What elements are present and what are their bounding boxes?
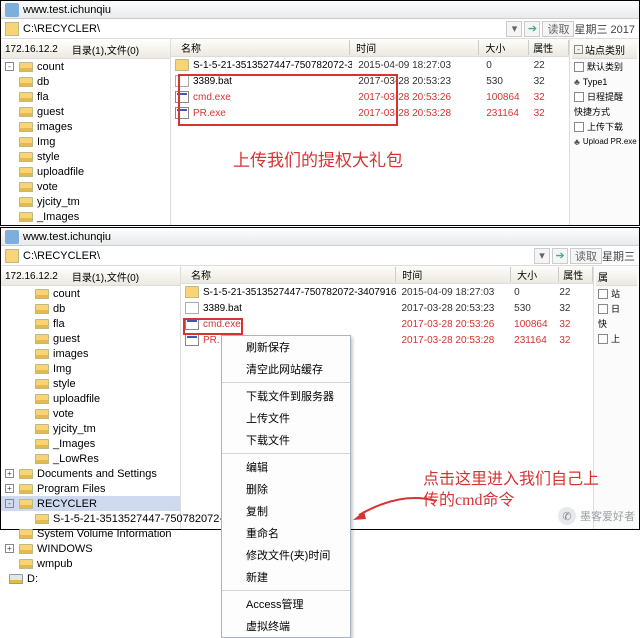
col-time[interactable]: 时间 — [350, 40, 479, 55]
column-header: 名称 时间 大小 属性 — [171, 39, 569, 57]
file-row[interactable]: 3389.bat2017-03-28 20:53:2353032 — [181, 300, 593, 316]
menu-item[interactable]: 下载文件 — [222, 429, 350, 451]
bat-icon — [185, 302, 199, 314]
menu-item[interactable]: 新建 — [222, 566, 350, 588]
checkbox-icon[interactable] — [574, 62, 584, 72]
exe-icon — [175, 91, 189, 103]
window-title: www.test.ichunqiu — [23, 4, 111, 16]
watermark-icon: ✆ — [558, 507, 576, 525]
menu-item[interactable]: 修改文件(夹)时间 — [222, 544, 350, 566]
side-item[interactable]: 日程提醒 — [572, 89, 637, 104]
menu-item-terminal[interactable]: 虚拟终端 — [222, 615, 350, 637]
col-name[interactable]: 名称 — [181, 267, 396, 282]
side-item[interactable]: 快捷方式 — [572, 104, 637, 119]
address-bar: C:\RECYCLER\ ▾ ➔ 读取 星期三 — [1, 246, 639, 266]
file-row[interactable]: S-1-5-21-3513527447-750782072-3407916...… — [181, 284, 593, 300]
col-size[interactable]: 大小 — [479, 40, 529, 55]
menu-separator — [222, 590, 350, 591]
file-row[interactable]: PR.exe2017-03-28 20:53:2823116432 — [171, 105, 569, 121]
tree-item-selected: -RECYCLER — [1, 496, 180, 511]
file-list[interactable]: 名称 时间 大小 属性 S-1-5-21-3513527447-75078207… — [171, 39, 569, 225]
folder-tree[interactable]: 172.16.12.2 目录(1),文件(0) -count db fla gu… — [1, 39, 171, 225]
club-icon: ♣ — [574, 137, 580, 147]
col-attr[interactable]: 属性 — [529, 40, 569, 55]
menu-separator — [222, 453, 350, 454]
dropdown-button[interactable]: ▾ — [534, 248, 550, 264]
app-icon — [5, 3, 19, 17]
date-label: 星期三 — [602, 248, 635, 264]
checkbox-icon[interactable] — [598, 289, 608, 299]
side-header: 属 — [596, 268, 637, 286]
folder-icon — [185, 286, 199, 298]
menu-item[interactable]: 上传文件 — [222, 407, 350, 429]
read-button[interactable]: 读取 — [542, 21, 574, 37]
menu-item[interactable]: 下载文件到服务器 — [222, 385, 350, 407]
address-bar: C:\RECYCLER\ ▾ ➔ 读取 星期三 2017 — [1, 19, 639, 39]
app-icon — [5, 230, 19, 244]
side-header: - 站点类别 — [572, 41, 637, 59]
side-panel: - 站点类别 默认类别 ♣Type1 日程提醒 快捷方式 上传下载 ♣Uploa… — [569, 39, 639, 225]
folder-tree[interactable]: 172.16.12.2 目录(1),文件(0) count db fla gue… — [1, 266, 181, 529]
exe-icon — [185, 334, 199, 346]
checkbox-icon[interactable] — [574, 92, 584, 102]
col-attr[interactable]: 属性 — [559, 267, 593, 282]
checkbox-icon[interactable] — [598, 334, 608, 344]
read-button[interactable]: 读取 — [570, 248, 602, 264]
menu-item[interactable]: Access管理 — [222, 593, 350, 615]
side-panel: 属 站 日 快 上 — [593, 266, 639, 529]
checkbox-icon[interactable] — [598, 304, 608, 314]
address-path[interactable]: C:\RECYCLER\ — [23, 23, 504, 35]
context-menu[interactable]: 刷新保存 清空此网站缓存 下载文件到服务器 上传文件 下载文件 编辑 删除 复制… — [221, 335, 351, 638]
menu-item[interactable]: 重命名 — [222, 522, 350, 544]
watermark: ✆ 墨客爱好者 — [558, 507, 635, 525]
col-time[interactable]: 时间 — [396, 267, 511, 282]
folder-icon — [5, 22, 19, 36]
menu-item[interactable]: 删除 — [222, 478, 350, 500]
screenshot-top: www.test.ichunqiu C:\RECYCLER\ ▾ ➔ 读取 星期… — [0, 0, 640, 226]
menu-item[interactable]: 编辑 — [222, 456, 350, 478]
menu-item[interactable]: 刷新保存 — [222, 336, 350, 358]
folder-icon — [175, 59, 189, 71]
column-header: 名称 时间 大小 属性 — [181, 266, 593, 284]
bat-icon — [175, 75, 189, 87]
address-path[interactable]: C:\RECYCLER\ — [23, 250, 532, 262]
dropdown-button[interactable]: ▾ — [506, 21, 522, 37]
side-item[interactable]: 快 — [596, 316, 637, 331]
menu-item[interactable]: 清空此网站缓存 — [222, 358, 350, 380]
file-row[interactable]: cmd.exe2017-03-28 20:53:2610086432 — [171, 89, 569, 105]
club-icon: ♣ — [574, 77, 580, 87]
side-item[interactable]: 站 — [596, 286, 637, 301]
tree-header: 172.16.12.2 目录(1),文件(0) — [1, 268, 180, 286]
window-title: www.test.ichunqiu — [23, 231, 111, 243]
exe-icon — [175, 107, 189, 119]
side-item[interactable]: 日 — [596, 301, 637, 316]
menu-item[interactable]: 复制 — [222, 500, 350, 522]
side-item[interactable]: 上 — [596, 331, 637, 346]
side-item[interactable]: 默认类别 — [572, 59, 637, 74]
file-row[interactable]: 3389.bat2017-03-28 20:53:2353032 — [171, 73, 569, 89]
file-row[interactable]: cmd.exe2017-03-28 20:53:2610086432 — [181, 316, 593, 332]
main-panel: 172.16.12.2 目录(1),文件(0) -count db fla gu… — [1, 39, 639, 225]
go-button[interactable]: ➔ — [552, 248, 568, 264]
side-item[interactable]: 上传下载 — [572, 119, 637, 134]
go-button[interactable]: ➔ — [524, 21, 540, 37]
menu-separator — [222, 382, 350, 383]
window-titlebar: www.test.ichunqiu — [1, 228, 639, 246]
folder-icon — [5, 249, 19, 263]
window-titlebar: www.test.ichunqiu — [1, 1, 639, 19]
checkbox-icon[interactable] — [574, 122, 584, 132]
side-item[interactable]: ♣Upload PR.exe — [572, 134, 637, 149]
side-item[interactable]: ♣Type1 — [572, 74, 637, 89]
col-size[interactable]: 大小 — [511, 267, 559, 282]
col-name[interactable]: 名称 — [171, 40, 350, 55]
tree-header: 172.16.12.2 目录(1),文件(0) — [1, 41, 170, 59]
screenshot-bottom: www.test.ichunqiu C:\RECYCLER\ ▾ ➔ 读取 星期… — [0, 227, 640, 530]
file-row[interactable]: S-1-5-21-3513527447-750782072-3407916...… — [171, 57, 569, 73]
exe-icon — [185, 318, 199, 330]
date-label: 星期三 2017 — [574, 21, 635, 37]
